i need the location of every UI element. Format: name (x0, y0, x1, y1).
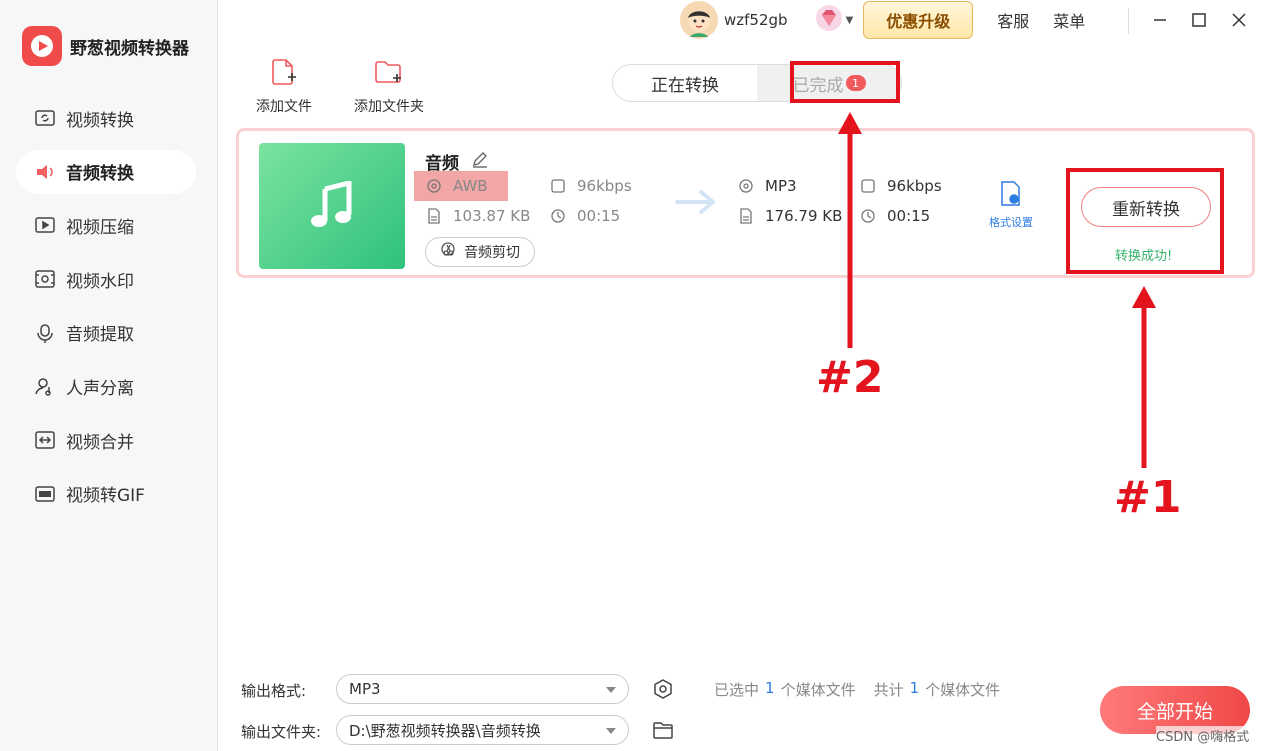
output-folder-select[interactable]: D:\野葱视频转换器\音频转换 (336, 715, 629, 745)
format-disc-icon (737, 177, 755, 195)
annotation-box-1 (1066, 168, 1224, 274)
chevron-down-icon (606, 728, 616, 734)
minimize-icon (1154, 19, 1166, 21)
target-format: MP3 (737, 177, 797, 195)
target-bitrate: 96kbps (859, 177, 942, 195)
add-folder-icon (374, 58, 404, 90)
add-folder-label: 添加文件夹 (354, 99, 424, 115)
source-format: AWB (425, 177, 488, 195)
format-disc-icon (425, 177, 443, 195)
vip-diamond-icon (814, 3, 844, 37)
file-size-icon (737, 207, 755, 225)
header-bar: wzf52gb ▼ 优惠升级 客服 菜单 (680, 0, 1085, 40)
annotation-arrow-2 (838, 112, 862, 348)
upgrade-button[interactable]: 优惠升级 (863, 1, 974, 39)
gif-icon (34, 483, 56, 505)
maximize-icon (1192, 13, 1206, 27)
sidebar-item-label: 人声分离 (66, 378, 134, 399)
convert-arrow-icon (675, 189, 717, 219)
sidebar-item-label: 视频转换 (66, 110, 134, 131)
chevron-down-icon: ▼ (845, 14, 854, 26)
sidebar-item-label: 视频转GIF (66, 486, 145, 507)
sidebar-item-label: 视频压缩 (66, 217, 134, 238)
chevron-down-icon (606, 687, 616, 693)
source-duration: 00:15 (549, 207, 620, 225)
logo-play-icon (22, 26, 62, 66)
sidebar-item-label: 音频提取 (66, 325, 134, 346)
file-count-summary: 已选中 1 个媒体文件 共计 1 个媒体文件 (714, 679, 1001, 699)
music-note-icon (259, 143, 405, 269)
output-format-select[interactable]: MP3 (336, 674, 629, 704)
video-compress-icon (34, 214, 56, 236)
annotation-label-1: #1 (1114, 472, 1182, 523)
file-size-icon (425, 207, 443, 225)
audio-convert-icon (34, 161, 56, 183)
add-file-button[interactable]: 添加文件 (256, 58, 312, 116)
menu-link[interactable]: 菜单 (1053, 8, 1085, 32)
annotation-arrow-1 (1132, 286, 1156, 468)
sidebar-item-watermark[interactable]: 视频水印 (16, 257, 196, 301)
audio-trim-button[interactable]: 音频剪切 (425, 237, 535, 267)
minimize-button[interactable] (1148, 8, 1172, 32)
close-icon (1232, 13, 1246, 27)
maximize-button[interactable] (1187, 8, 1211, 32)
scissors-icon (440, 241, 458, 263)
add-file-label: 添加文件 (256, 99, 312, 115)
clock-icon (549, 207, 567, 225)
video-merge-icon (34, 429, 56, 451)
sidebar: 野葱视频转换器 视频转换 音频转换 视频压缩 视频水印 音频提取 人声分离 视频… (0, 0, 218, 751)
username[interactable]: wzf52gb (724, 11, 788, 29)
open-folder-icon[interactable] (652, 719, 674, 745)
close-button[interactable] (1227, 8, 1251, 32)
sidebar-item-audio-extract[interactable]: 音频提取 (16, 311, 196, 355)
vocal-separate-icon (34, 375, 56, 397)
format-settings-gear-icon[interactable] (652, 678, 674, 704)
audio-extract-icon (34, 322, 56, 344)
add-file-icon (271, 58, 297, 90)
source-bitrate: 96kbps (549, 177, 632, 195)
watermark-icon (34, 268, 56, 290)
edit-pencil-icon[interactable] (471, 150, 489, 173)
sidebar-item-gif[interactable]: 视频转GIF (16, 472, 196, 516)
bitrate-icon (549, 177, 567, 195)
sidebar-item-video-compress[interactable]: 视频压缩 (16, 203, 196, 247)
app-logo: 野葱视频转换器 (22, 26, 189, 66)
target-size: 176.79 KB (737, 207, 842, 225)
app-title: 野葱视频转换器 (70, 38, 189, 59)
header-divider (1128, 8, 1129, 34)
sidebar-nav: 视频转换 音频转换 视频压缩 视频水印 音频提取 人声分离 视频合并 视频转GI… (16, 96, 196, 526)
output-format-label: 输出格式: (241, 682, 307, 700)
format-settings-icon (999, 181, 1023, 210)
sidebar-item-label: 视频合并 (66, 432, 134, 453)
customer-service-link[interactable]: 客服 (997, 8, 1029, 32)
sidebar-item-video-convert[interactable]: 视频转换 (16, 96, 196, 140)
source-size: 103.87 KB (425, 207, 530, 225)
csdn-watermark: CSDN @嗨格式 (1156, 726, 1250, 745)
sidebar-item-label: 音频转换 (66, 164, 134, 185)
tab-converting[interactable]: 正在转换 (613, 65, 757, 101)
sidebar-item-video-merge[interactable]: 视频合并 (16, 418, 196, 462)
add-folder-button[interactable]: 添加文件夹 (354, 58, 424, 116)
sidebar-item-audio-convert[interactable]: 音频转换 (16, 149, 196, 194)
avatar[interactable] (680, 1, 718, 39)
video-convert-icon (34, 107, 56, 129)
annotation-box-2 (790, 61, 900, 103)
format-settings-button[interactable]: 格式设置 (989, 181, 1033, 230)
sidebar-item-label: 视频水印 (66, 271, 134, 292)
annotation-label-2: #2 (816, 352, 884, 403)
sidebar-item-vocal-separate[interactable]: 人声分离 (16, 364, 196, 408)
vip-dropdown[interactable]: ▼ (814, 3, 854, 37)
output-folder-label: 输出文件夹: (241, 723, 322, 741)
